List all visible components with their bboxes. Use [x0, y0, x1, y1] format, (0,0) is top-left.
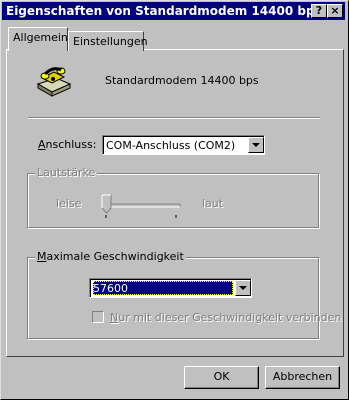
- chevron-down-icon: [239, 286, 247, 290]
- speed-group: [27, 257, 319, 339]
- speed-checkbox-label: Nur mit dieser Geschwindigkeit verbinden: [110, 311, 342, 324]
- modem-phone-icon: [36, 66, 72, 98]
- help-button[interactable]: ?: [311, 4, 327, 18]
- device-name: Standardmodem 14400 bps: [105, 74, 259, 87]
- close-icon: ×: [330, 4, 340, 17]
- speed-group-label: Maximale Geschwindigkeit: [35, 250, 186, 263]
- volume-group-label: Lautstärke: [35, 166, 98, 179]
- volume-slider[interactable]: [100, 194, 182, 220]
- tab-label: Einstellungen: [73, 35, 148, 48]
- close-button[interactable]: ×: [327, 4, 343, 18]
- cancel-button[interactable]: Abbrechen: [265, 366, 340, 389]
- tab-allgemein[interactable]: Allgemein: [8, 27, 68, 51]
- tab-label: Allgemein: [13, 31, 68, 44]
- port-value: COM-Anschluss (COM2): [106, 139, 236, 152]
- port-label: Anschluss:: [38, 138, 97, 151]
- speed-checkbox[interactable]: [92, 311, 104, 323]
- port-select[interactable]: COM-Anschluss (COM2): [102, 135, 265, 155]
- chevron-down-icon: [252, 143, 260, 147]
- tab-einstellungen[interactable]: Einstellungen: [68, 31, 148, 51]
- separator: [28, 117, 320, 119]
- ok-button[interactable]: OK: [184, 366, 259, 389]
- window-title: Eigenschaften von Standardmodem 14400 bp…: [6, 4, 322, 18]
- port-dropdown-button[interactable]: [248, 137, 264, 153]
- speed-select[interactable]: 57600: [89, 278, 252, 298]
- volume-max-label: laut: [202, 197, 224, 210]
- speed-dropdown-button[interactable]: [235, 280, 251, 296]
- title-bar[interactable]: Eigenschaften von Standardmodem 14400 bp…: [2, 2, 345, 20]
- help-icon: ?: [315, 4, 323, 17]
- volume-min-label: leise: [56, 197, 82, 210]
- speed-value: 57600: [93, 282, 128, 295]
